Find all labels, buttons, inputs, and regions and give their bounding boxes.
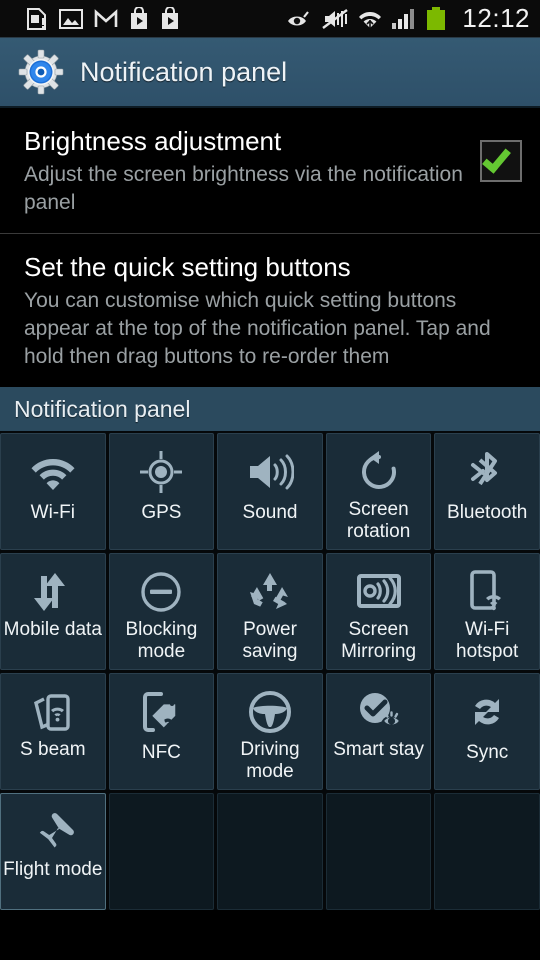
quick-setting-tile-label: Blocking mode: [125, 619, 198, 662]
sim-card-alert-icon: [26, 7, 48, 31]
quick-setting-tile-screen-rotation[interactable]: Screen rotation: [325, 433, 432, 550]
smart-stay-eye-icon: [286, 9, 312, 29]
pref-quick-setting-buttons[interactable]: Set the quick setting buttons You can cu…: [0, 234, 540, 387]
quick-setting-tile-smart-stay[interactable]: Smart stay: [325, 673, 432, 790]
speaker-sound-icon: [246, 446, 294, 498]
quick-setting-tile-driving-mode[interactable]: Driving mode: [217, 673, 323, 790]
s-beam-phones-icon: [30, 686, 76, 738]
pref-quick-setting-title: Set the quick setting buttons: [24, 252, 351, 282]
rotate-ccw-icon: [357, 446, 401, 498]
data-arrows-icon: [31, 566, 75, 618]
steering-wheel-icon: [247, 686, 293, 738]
quick-setting-tile-blocking-mode[interactable]: Blocking mode: [108, 553, 215, 670]
quick-setting-tile-label: Smart stay: [333, 739, 424, 760]
quick-setting-tile-sync[interactable]: Sync: [434, 673, 540, 790]
quick-setting-tile-label: Mobile data: [3, 619, 102, 640]
quick-setting-tile-gps[interactable]: GPS: [108, 433, 215, 550]
brightness-checkbox[interactable]: [480, 140, 522, 182]
quick-setting-tile-label: Screen rotation: [346, 499, 411, 542]
cellular-signal-icon: [391, 8, 417, 30]
quick-setting-tile-label: Sound: [242, 502, 298, 523]
gmail-icon: [94, 8, 118, 30]
action-bar: Notification panel: [0, 38, 540, 108]
quick-setting-tile-label: Driving mode: [240, 739, 300, 782]
quick-setting-tile-label: Bluetooth: [447, 502, 528, 523]
quick-setting-tile-label: GPS: [141, 502, 182, 523]
quick-setting-tile-empty: [108, 793, 215, 910]
quick-setting-tile-wi-fi-hotspot[interactable]: Wi-Fi hotspot: [434, 553, 540, 670]
smart-stay-eye-icon: [355, 686, 403, 738]
quick-setting-tile-power-saving[interactable]: Power saving: [217, 553, 323, 670]
settings-gear-icon: [18, 49, 64, 95]
grid-section-header-label: Notification panel: [14, 395, 191, 422]
quick-setting-tile-label: Flight mode: [3, 859, 103, 880]
quick-setting-tile-screen-mirroring[interactable]: Screen Mirroring: [325, 553, 432, 670]
gallery-image-icon: [59, 8, 83, 30]
checkmark-icon: [482, 143, 511, 174]
play-store-icon: [129, 6, 149, 31]
recycle-leaf-icon: [247, 566, 293, 618]
quick-setting-tile-label: Screen Mirroring: [341, 619, 417, 662]
quick-setting-tile-empty: [217, 793, 323, 910]
quick-setting-tile-label: NFC: [141, 742, 181, 763]
airplane-icon: [29, 806, 77, 858]
quick-setting-tile-empty: [325, 793, 432, 910]
quick-setting-tile-mobile-data[interactable]: Mobile data: [0, 553, 106, 670]
bluetooth-icon: [470, 446, 504, 498]
quick-setting-tile-empty: [434, 793, 540, 910]
quick-setting-tile-nfc[interactable]: NFC: [108, 673, 215, 790]
quick-setting-tile-label: Wi-Fi hotspot: [456, 619, 519, 662]
status-bar-clock: 12:12: [462, 3, 530, 33]
play-store-icon-2: [160, 6, 180, 31]
quick-setting-tile-sound[interactable]: Sound: [217, 433, 323, 550]
quick-setting-tile-label: Wi-Fi: [30, 502, 75, 523]
quick-setting-tile-label: Power saving: [242, 619, 298, 662]
status-bar: 12:12: [0, 0, 540, 38]
settings-screen: 12:12 Notification panel Brightness adju…: [0, 0, 540, 960]
quick-settings-grid: Wi-Fi GPS Sound Screen rotation Bluetooth Mob…: [0, 431, 540, 910]
status-bar-notification-icons: [26, 6, 286, 31]
pref-quick-setting-text: Set the quick setting buttons You can cu…: [24, 250, 522, 371]
wifi-icon: [30, 446, 76, 498]
quick-setting-tile-s-beam[interactable]: S beam: [0, 673, 106, 790]
quick-setting-tile-label: Sync: [466, 742, 509, 763]
sound-mute-vibrate-off-icon: [321, 8, 349, 30]
pref-quick-setting-summary: You can customise which quick setting bu…: [24, 289, 491, 368]
nfc-tag-icon: [139, 686, 183, 738]
page-title: Notification panel: [80, 56, 288, 87]
status-bar-system-icons: 12:12: [286, 3, 530, 34]
quick-setting-tile-bluetooth[interactable]: Bluetooth: [434, 433, 540, 550]
quick-setting-tile-wi-fi[interactable]: Wi-Fi: [0, 433, 106, 550]
minus-circle-icon: [139, 566, 183, 618]
quick-setting-tile-flight-mode[interactable]: Flight mode: [0, 793, 106, 910]
phone-hotspot-icon: [466, 566, 508, 618]
quick-setting-tile-label: S beam: [20, 739, 86, 760]
wifi-signal-icon: [358, 8, 382, 30]
screen-cast-icon: [355, 566, 403, 618]
gps-crosshair-icon: [138, 446, 184, 498]
grid-section-header: Notification panel: [0, 387, 540, 431]
battery-full-icon: [426, 6, 446, 31]
pref-brightness-summary: Adjust the screen brightness via the not…: [24, 163, 463, 214]
pref-brightness-text: Brightness adjustment Adjust the screen …: [24, 124, 480, 217]
sync-arrows-icon: [465, 686, 509, 738]
pref-brightness-title: Brightness adjustment: [24, 126, 282, 156]
brightness-checkbox-wrap[interactable]: [480, 124, 522, 182]
pref-brightness-adjustment[interactable]: Brightness adjustment Adjust the screen …: [0, 108, 540, 233]
